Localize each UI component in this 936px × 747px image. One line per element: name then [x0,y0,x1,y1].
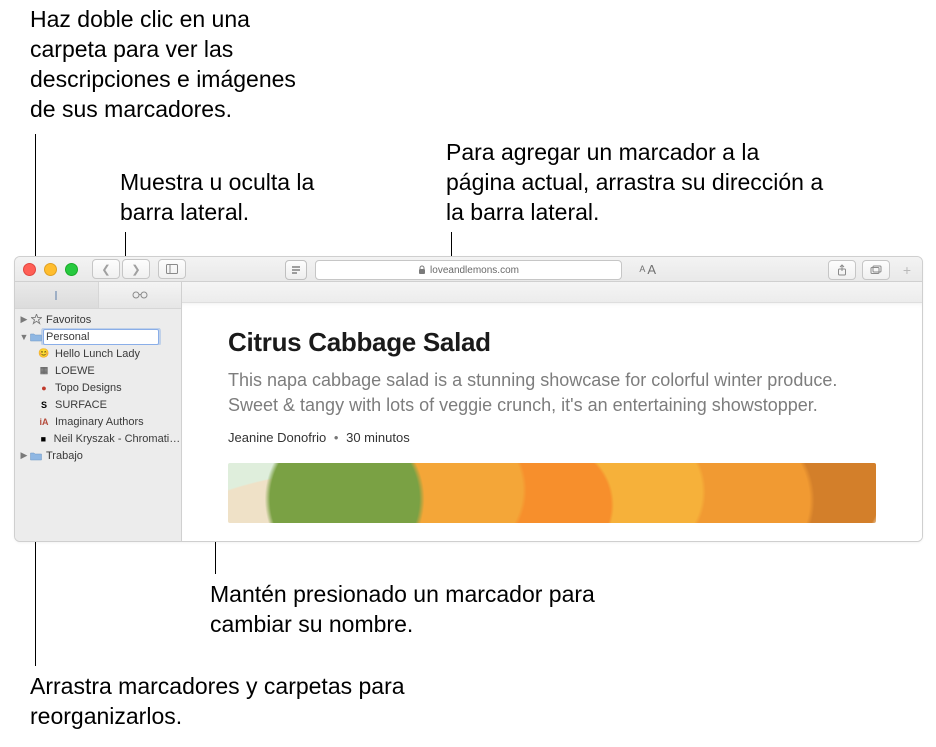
back-button[interactable]: ❮ [92,259,120,279]
favicon-icon: 😊 [37,348,51,360]
favicon-icon: ▦ [37,365,51,377]
sidebar-tab-readinglist[interactable] [99,282,182,308]
callout-add-bookmark-drag: Para agregar un marcador a la página act… [446,138,826,228]
tabs-icon [870,265,882,275]
favicon-icon: iA [37,416,51,428]
article-author: Jeanine Donofrio [228,430,326,445]
sidebar-bookmark-item[interactable]: S SURFACE [15,396,181,413]
article-time: 30 minutos [346,430,410,445]
article-summary: This napa cabbage salad is a stunning sh… [228,368,876,418]
page-content-area: Citrus Cabbage Salad This napa cabbage s… [182,282,922,542]
callout-drag-to-reorder: Arrastra marcadores y carpetas para reor… [30,672,450,732]
reader-icon [291,265,301,275]
article-title: Citrus Cabbage Salad [228,327,876,358]
navigation-buttons: ❮ ❯ [92,259,150,279]
reader-view-button[interactable] [285,260,307,280]
favicon-icon: S [37,399,51,411]
zoom-window-button[interactable] [65,263,78,276]
folder-icon [29,451,43,461]
open-book-icon [49,290,63,301]
close-window-button[interactable] [23,263,36,276]
sidebar-item-label: Neil Kryszak - Chromatic E... [54,433,181,445]
favicon-icon: ■ [37,433,50,445]
share-button[interactable] [828,260,856,280]
favicon-icon: ● [37,382,51,394]
glasses-icon [132,290,148,300]
article-byline: Jeanine Donofrio • 30 minutos [228,430,876,445]
chevron-right-icon: ▶ [19,314,29,325]
lock-icon [418,265,426,275]
separator-dot: • [334,430,339,445]
sidebar-bookmark-item[interactable]: ● Topo Designs [15,379,181,396]
address-bar[interactable]: loveandlemons.com [315,260,622,280]
callout-double-click-folder: Haz doble clic en una carpeta para ver l… [30,5,320,125]
minimize-window-button[interactable] [44,263,57,276]
chevron-down-icon: ▼ [19,332,29,342]
folder-name-edit-field[interactable]: Personal [43,329,159,345]
new-tab-button[interactable]: + [900,262,914,278]
window-toolbar: ❮ ❯ loveandlemons.com AA [15,257,922,282]
sidebar-folder-trabajo[interactable]: ▶ Trabajo [15,447,181,464]
sidebar-item-label: Imaginary Authors [55,416,144,428]
safari-window: ❮ ❯ loveandlemons.com AA [14,256,923,542]
sidebar-folder-favoritos[interactable]: ▶ Favoritos [15,311,181,328]
sidebar-item-label: LOEWE [55,365,95,377]
share-icon [837,264,847,276]
tab-bar[interactable] [182,282,922,303]
sidebar-bookmark-item[interactable]: 😊 Hello Lunch Lady [15,345,181,362]
folder-icon [29,332,43,342]
sidebar-item-label: Trabajo [46,450,83,462]
sidebar-icon [166,264,178,274]
sidebar-toggle-button[interactable] [158,259,186,279]
address-domain: loveandlemons.com [430,265,519,276]
sidebar-bookmark-item[interactable]: iA Imaginary Authors [15,413,181,430]
bookmarks-sidebar: ▶ Favoritos ▼ Personal 😊 Hello Lunch Lady… [15,282,182,542]
sidebar-item-label: Favoritos [46,314,91,326]
callout-show-hide-sidebar: Muestra u oculta la barra lateral. [120,168,350,228]
sidebar-folder-personal-editing[interactable]: ▼ Personal [15,328,181,345]
sidebar-item-label: Topo Designs [55,382,122,394]
sidebar-bookmark-item[interactable]: ■ Neil Kryszak - Chromatic E... [15,430,181,447]
forward-button[interactable]: ❯ [122,259,150,279]
sidebar-item-label: SURFACE [55,399,107,411]
sidebar-tab-bookmarks[interactable] [15,282,99,308]
sidebar-bookmark-list: ▶ Favoritos ▼ Personal 😊 Hello Lunch Lady… [15,309,181,464]
star-icon [29,314,43,325]
chevron-right-icon: ▶ [19,450,29,461]
sidebar-bookmark-item[interactable]: ▦ LOEWE [15,362,181,379]
show-tabs-button[interactable] [862,260,890,280]
callout-hold-to-rename: Mantén presionado un marcador para cambi… [210,580,650,640]
article-hero-image [228,463,876,523]
reader-article: Citrus Cabbage Salad This napa cabbage s… [182,303,922,542]
window-traffic-lights[interactable] [23,263,78,276]
sidebar-tab-strip [15,282,181,309]
sidebar-item-label: Hello Lunch Lady [55,348,140,360]
reader-font-size-button[interactable]: AA [639,257,657,281]
